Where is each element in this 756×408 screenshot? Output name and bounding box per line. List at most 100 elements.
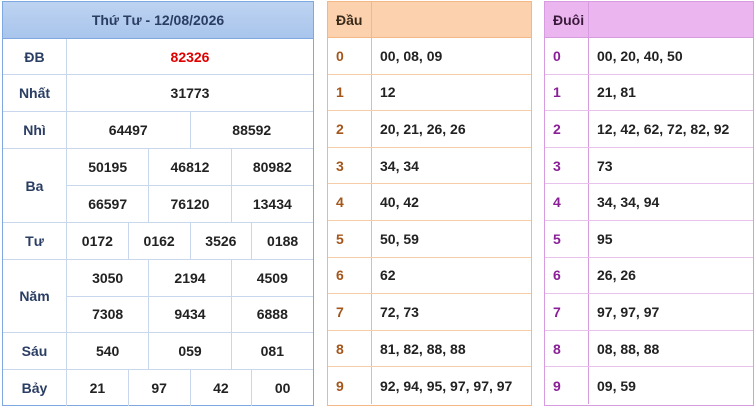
head-table-header: Đầu (328, 2, 531, 38)
tail-digit: 8 (545, 330, 589, 367)
prize-number: 059 (148, 333, 230, 369)
head-digit: 3 (328, 147, 372, 184)
tail-row: 0 00, 20, 40, 50 (545, 38, 753, 75)
head-values: 50, 59 (380, 230, 419, 247)
tail-values: 21, 81 (597, 84, 636, 101)
tail-digit: 3 (545, 147, 589, 184)
head-table: Đầu 0 00, 08, 09 1 12 2 20, 21, 26, 26 3 34,… (327, 1, 532, 406)
tail-digit: 4 (545, 184, 589, 220)
head-values: 92, 94, 95, 97, 97, 97 (380, 377, 513, 394)
head-row: 0 00, 08, 09 (328, 38, 531, 75)
head-values: 81, 82, 88, 88 (380, 340, 466, 357)
head-values: 20, 21, 26, 26 (380, 120, 466, 137)
prize-label: Bảy (3, 370, 67, 406)
prize-row-second: Nhì 64497 88592 (3, 112, 313, 149)
prize-row-special: ĐB 82326 (3, 39, 313, 75)
head-digit: 9 (328, 367, 372, 404)
head-digit: 8 (328, 330, 372, 367)
prize-number: 3526 (189, 223, 252, 259)
prize-number: 0188 (251, 223, 313, 259)
prize-number: 7308 (92, 306, 124, 323)
head-values: 72, 73 (380, 303, 419, 320)
head-digit: 4 (328, 184, 372, 220)
results-table: Thứ Tư - 12/08/2026 ĐB 82326 Nhất 31773 … (2, 1, 314, 406)
tail-table-title: Đuôi (545, 2, 589, 37)
prize-number: 6888 (230, 296, 313, 332)
prize-number: 21 (89, 380, 106, 396)
prize-number: 540 (95, 343, 120, 359)
prize-row-first: Nhất 31773 (3, 75, 313, 112)
tail-values: 09, 59 (597, 377, 636, 394)
prize-number: 64497 (108, 122, 148, 138)
prize-label: Tư (3, 223, 67, 259)
head-values: 12 (380, 84, 396, 101)
tail-values: 26, 26 (597, 267, 636, 284)
head-values: 00, 08, 09 (380, 47, 443, 64)
prize-number: 31773 (170, 85, 210, 101)
tail-row: 6 26, 26 (545, 257, 753, 295)
prize-row-seventh: Bảy 21 97 42 00 (3, 370, 313, 406)
head-row: 5 50, 59 (328, 220, 531, 258)
head-digit: 0 (328, 38, 372, 74)
prize-label: Sáu (3, 333, 67, 369)
prize-number: 13434 (230, 186, 313, 222)
prize-number: 80982 (230, 149, 313, 185)
prize-number: 46812 (148, 149, 230, 185)
head-row: 6 62 (328, 257, 531, 295)
tail-row: 2 12, 42, 62, 72, 82, 92 (545, 111, 753, 148)
head-row: 3 34, 34 (328, 147, 531, 185)
tail-table: Đuôi 0 00, 20, 40, 50 1 21, 81 2 12, 42, 62… (544, 1, 754, 406)
head-digit: 1 (328, 74, 372, 111)
prize-number: 0172 (81, 233, 113, 249)
head-digit: 6 (328, 257, 372, 294)
prize-label: Nhất (3, 75, 67, 111)
head-row: 2 20, 21, 26, 26 (328, 111, 531, 148)
tail-values: 12, 42, 62, 72, 82, 92 (597, 120, 730, 137)
tail-row: 7 97, 97, 97 (545, 294, 753, 331)
prize-number: 88592 (189, 112, 314, 148)
tail-row: 1 21, 81 (545, 74, 753, 112)
prize-number: 081 (230, 333, 313, 369)
tail-values: 95 (597, 230, 613, 247)
prize-row-sixth: Sáu 540 059 081 (3, 333, 313, 370)
prize-number: 9434 (148, 296, 230, 332)
prize-label: ĐB (3, 39, 67, 74)
head-row: 4 40, 42 (328, 184, 531, 221)
prize-number: 42 (189, 370, 252, 406)
prize-number: 3050 (92, 269, 124, 286)
prize-number: 4509 (230, 260, 313, 296)
tail-row: 5 95 (545, 220, 753, 258)
tail-table-header: Đuôi (545, 2, 753, 38)
tail-row: 8 08, 88, 88 (545, 330, 753, 368)
head-row: 1 12 (328, 74, 531, 112)
prize-label: Nhì (3, 112, 67, 148)
tail-row: 4 34, 34, 94 (545, 184, 753, 221)
prize-number: 97 (127, 370, 190, 406)
tail-row: 3 73 (545, 147, 753, 185)
prize-number: 0162 (127, 223, 190, 259)
head-values: 62 (380, 267, 396, 284)
head-row: 7 72, 73 (328, 294, 531, 331)
tail-digit: 1 (545, 74, 589, 111)
prize-label: Ba (3, 149, 67, 222)
results-title: Thứ Tư - 12/08/2026 (3, 2, 313, 39)
prize-number: 00 (251, 370, 313, 406)
special-prize-number: 82326 (170, 48, 210, 65)
tail-values: 73 (597, 157, 613, 174)
prize-label: Năm (3, 260, 67, 332)
prize-row-third: Ba 50195 46812 80982 66597 76120 13434 (3, 149, 313, 223)
tail-row: 9 09, 59 (545, 367, 753, 404)
head-digit: 2 (328, 111, 372, 147)
prize-number: 2194 (148, 260, 230, 296)
prize-row-fourth: Tư 0172 0162 3526 0188 (3, 223, 313, 260)
tail-values: 08, 88, 88 (597, 340, 660, 357)
prize-number: 76120 (148, 186, 230, 222)
tail-values: 34, 34, 94 (597, 194, 660, 211)
tail-values: 97, 97, 97 (597, 303, 660, 320)
tail-digit: 9 (545, 367, 589, 404)
tail-digit: 0 (545, 38, 589, 74)
tail-digit: 5 (545, 220, 589, 257)
head-values: 34, 34 (380, 157, 419, 174)
head-row: 9 92, 94, 95, 97, 97, 97 (328, 367, 531, 404)
tail-digit: 7 (545, 294, 589, 330)
